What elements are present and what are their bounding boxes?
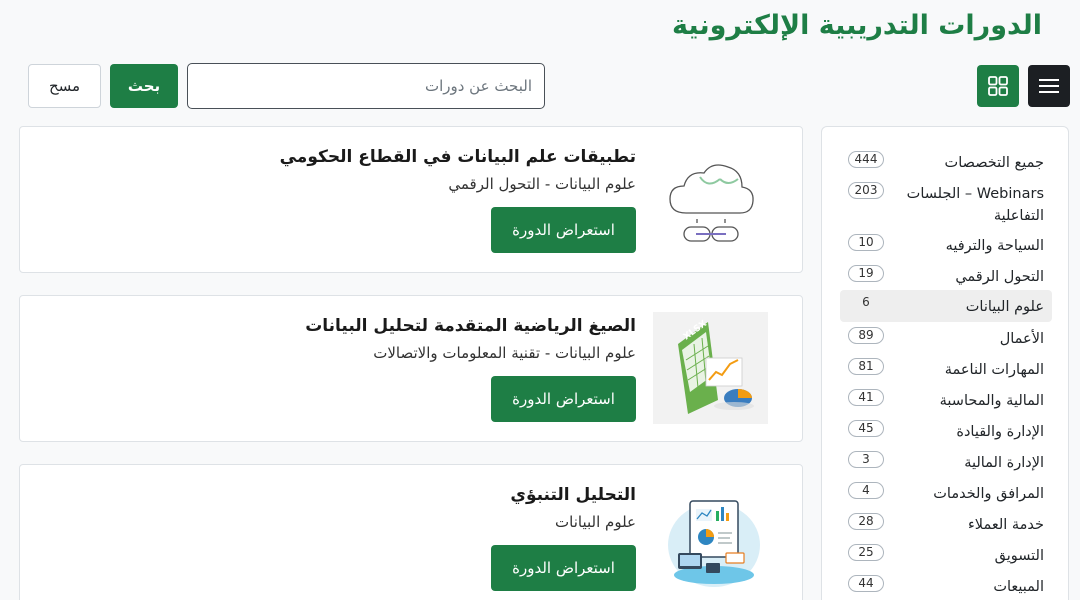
category-count-badge: 6 — [862, 295, 870, 309]
category-label: المبيعات — [993, 579, 1044, 595]
category-label: Webinars – الجلسات التفاعلية — [906, 186, 1044, 224]
category-count-badge: 45 — [848, 420, 884, 437]
cloud-link-icon — [668, 164, 754, 242]
category-count-badge: 4 — [848, 482, 884, 499]
course-category: علوم البيانات - التحول الرقمي — [448, 175, 636, 193]
category-label: الإدارة والقيادة — [956, 424, 1044, 440]
course-thumbnail — [653, 481, 768, 593]
category-count-badge: 10 — [848, 234, 884, 251]
category-count-badge: 444 — [848, 151, 884, 168]
hamburger-icon — [1039, 79, 1059, 93]
course-title: التحليل التنبؤي — [510, 485, 636, 505]
category-item-business[interactable]: الأعمال 89 — [840, 323, 1052, 353]
category-item-soft-skills[interactable]: المهارات الناعمة 81 — [840, 354, 1052, 384]
category-label: المهارات الناعمة — [944, 362, 1044, 378]
category-item-management-leadership[interactable]: الإدارة والقيادة 45 — [840, 416, 1052, 446]
category-item-digital-transformation[interactable]: التحول الرقمي 19 — [840, 261, 1052, 291]
category-label: السياحة والترفيه — [945, 238, 1044, 254]
category-item-financial-management[interactable]: الإدارة المالية 3 — [840, 447, 1052, 477]
category-item-all[interactable]: جميع التخصصات 444 — [840, 147, 1052, 177]
category-count-badge: 41 — [848, 389, 884, 406]
category-item-finance-accounting[interactable]: المالية والمحاسبة 41 — [840, 385, 1052, 415]
menu-button[interactable] — [1028, 65, 1070, 107]
search-button[interactable]: بحث — [110, 64, 178, 108]
category-label: التسويق — [994, 548, 1044, 564]
view-course-button[interactable]: استعراض الدورة — [491, 376, 636, 422]
view-course-button[interactable]: استعراض الدورة — [491, 207, 636, 253]
category-label: جميع التخصصات — [944, 155, 1044, 171]
category-item-facilities-services[interactable]: المرافق والخدمات 4 — [840, 478, 1052, 508]
category-label: التحول الرقمي — [955, 269, 1044, 285]
grid-view-button[interactable] — [977, 65, 1019, 107]
category-label: المرافق والخدمات — [933, 486, 1044, 502]
xlsx-file-icon: XLSX — [677, 319, 754, 414]
course-card: تطبيقات علم البيانات في القطاع الحكومي ع… — [19, 126, 803, 273]
search-input[interactable] — [187, 63, 545, 109]
course-thumbnail: XLSX — [653, 312, 768, 424]
analytics-dashboard-icon — [667, 500, 760, 587]
course-card: التحليل التنبؤي علوم البيانات استعراض ال… — [19, 464, 803, 600]
category-label: الأعمال — [999, 331, 1044, 347]
category-label: خدمة العملاء — [967, 517, 1044, 533]
category-label: الإدارة المالية — [964, 455, 1044, 471]
category-count-badge: 203 — [848, 182, 884, 199]
category-item-data-science[interactable]: علوم البيانات 6 — [840, 290, 1052, 322]
category-item-customer-service[interactable]: خدمة العملاء 28 — [840, 509, 1052, 539]
course-category: علوم البيانات — [555, 513, 636, 531]
grid-icon — [988, 76, 1008, 96]
course-category: علوم البيانات - تقنية المعلومات والاتصال… — [373, 344, 636, 362]
category-item-sales[interactable]: المبيعات 44 — [840, 571, 1052, 600]
view-course-button[interactable]: استعراض الدورة — [491, 545, 636, 591]
course-card: XLSX الصيغ الرياضية المتقدمة لتحليل البي… — [19, 295, 803, 442]
course-title: تطبيقات علم البيانات في القطاع الحكومي — [279, 147, 636, 167]
category-count-badge: 81 — [848, 358, 884, 375]
category-count-badge: 89 — [848, 327, 884, 344]
category-count-badge: 28 — [848, 513, 884, 530]
page-title: الدورات التدريبية الإلكترونية — [672, 10, 1042, 41]
course-thumbnail — [653, 143, 768, 255]
category-count-badge: 3 — [848, 451, 884, 468]
category-label: علوم البيانات — [965, 299, 1044, 315]
category-item-marketing[interactable]: التسويق 25 — [840, 540, 1052, 570]
category-count-badge: 19 — [848, 265, 884, 282]
categories-sidebar: جميع التخصصات 444 Webinars – الجلسات الت… — [821, 126, 1069, 600]
category-item-webinars[interactable]: Webinars – الجلسات التفاعلية 203 — [840, 178, 1052, 228]
category-item-tourism[interactable]: السياحة والترفيه 10 — [840, 230, 1052, 260]
category-count-badge: 25 — [848, 544, 884, 561]
category-label: المالية والمحاسبة — [939, 393, 1044, 409]
category-count-badge: 44 — [848, 575, 884, 592]
clear-button[interactable]: مسح — [28, 64, 101, 108]
course-title: الصيغ الرياضية المتقدمة لتحليل البيانات — [305, 316, 636, 336]
